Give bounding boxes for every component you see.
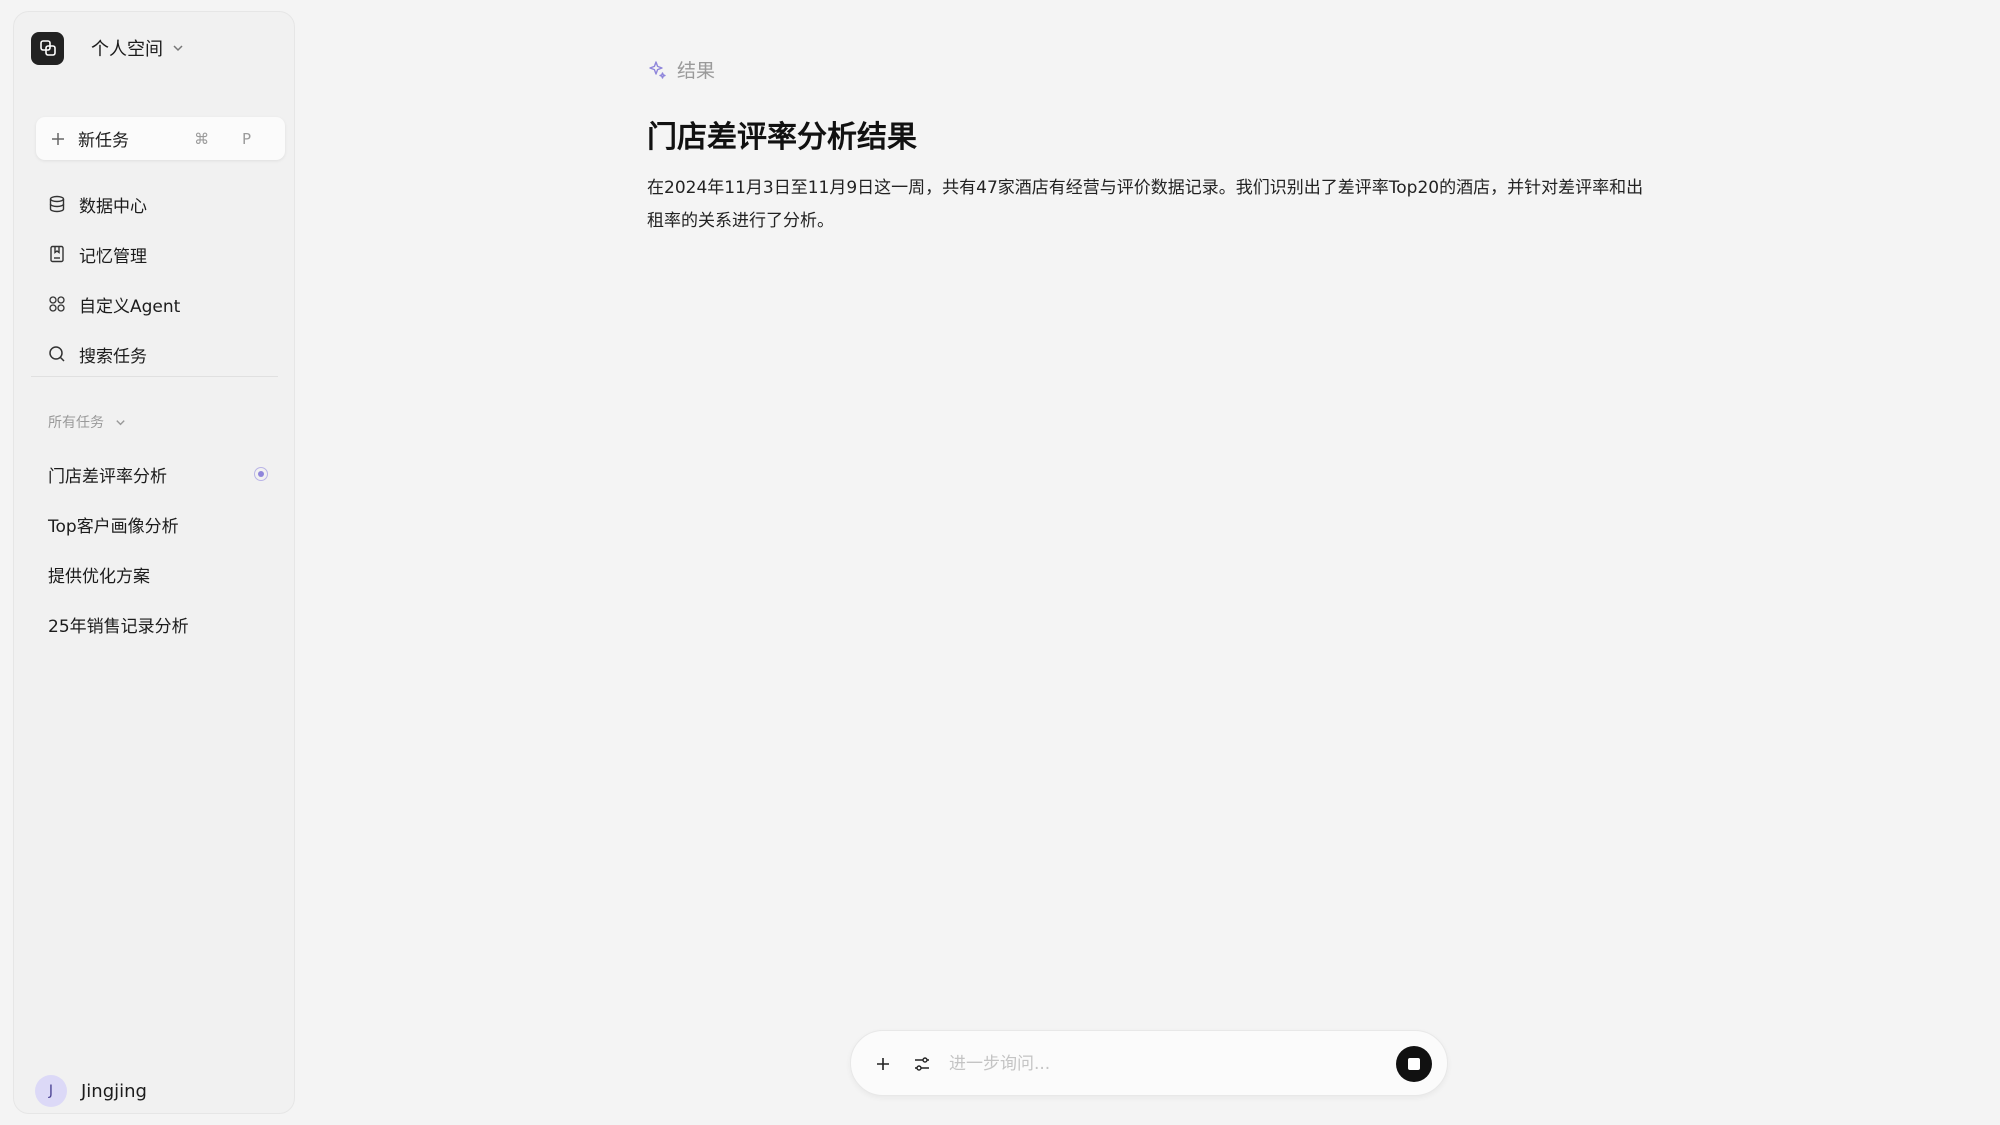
overlap-squares-icon [31, 31, 64, 65]
chevron-down-icon [171, 41, 185, 55]
sidebar-item-search-tasks[interactable]: 搜索任务 [48, 338, 147, 370]
task-item[interactable]: Top客户画像分析 [48, 508, 280, 540]
sidebar-item-data-center[interactable]: 数据中心 [48, 188, 147, 220]
settings-button[interactable] [910, 1052, 934, 1076]
user-profile[interactable]: J Jingjing [35, 1075, 147, 1107]
new-task-button[interactable]: 新任务 ⌘ P [36, 117, 285, 160]
sidebar-item-label: 记忆管理 [79, 246, 147, 267]
page-title: 门店差评率分析结果 [647, 120, 917, 155]
sidebar-item-label: 自定义Agent [79, 296, 181, 317]
new-task-shortcut: ⌘ P [194, 129, 265, 148]
stop-button[interactable] [1396, 1046, 1432, 1082]
task-item[interactable]: 25年销售记录分析 [48, 608, 280, 640]
task-item[interactable]: 提供优化方案 [48, 558, 280, 590]
result-paragraph: 在2024年11月3日至11月9日这一周，共有47家酒店有经营与评价数据记录。我… [647, 178, 1644, 231]
sparkle-icon [647, 60, 667, 80]
all-tasks-toggle[interactable]: 所有任务 [48, 412, 127, 432]
chat-input[interactable] [947, 1048, 1367, 1080]
task-item[interactable]: 门店差评率分析 [48, 458, 280, 490]
task-label: 提供优化方案 [48, 566, 150, 587]
all-tasks-label: 所有任务 [48, 415, 104, 431]
search-icon [48, 345, 66, 363]
sidebar-item-label: 数据中心 [79, 196, 147, 217]
sidebar-item-label: 搜索任务 [79, 346, 147, 367]
sidebar-divider [31, 376, 278, 377]
new-task-label: 新任务 [78, 131, 129, 151]
workspace-name: 个人空间 [91, 39, 163, 60]
result-label: 结果 [677, 60, 716, 82]
task-label: 25年销售记录分析 [48, 616, 189, 637]
chevron-down-icon [114, 416, 127, 429]
chat-bar [850, 1030, 1448, 1096]
sidebar: 个人空间 新任务 ⌘ P 数据中心 记忆管理 自定义Agent 搜索任务 所有任… [13, 11, 295, 1114]
task-label: Top客户画像分析 [48, 516, 179, 537]
result-tag: 结果 [647, 56, 715, 83]
attach-button[interactable] [871, 1052, 895, 1076]
workspace-switcher[interactable]: 个人空间 [31, 30, 185, 66]
sliders-icon [913, 1055, 931, 1073]
plus-icon [50, 131, 66, 147]
database-icon [48, 195, 66, 213]
stop-icon [1408, 1058, 1420, 1070]
sidebar-item-custom-agent[interactable]: 自定义Agent [48, 288, 180, 320]
avatar: J [35, 1075, 67, 1107]
bookmark-icon [48, 245, 66, 263]
sidebar-item-memory[interactable]: 记忆管理 [48, 238, 147, 270]
user-name: Jingjing [81, 1080, 147, 1102]
agent-icon [48, 295, 66, 313]
plus-icon [875, 1056, 891, 1072]
task-label: 门店差评率分析 [48, 466, 167, 487]
running-status-icon [254, 467, 268, 481]
